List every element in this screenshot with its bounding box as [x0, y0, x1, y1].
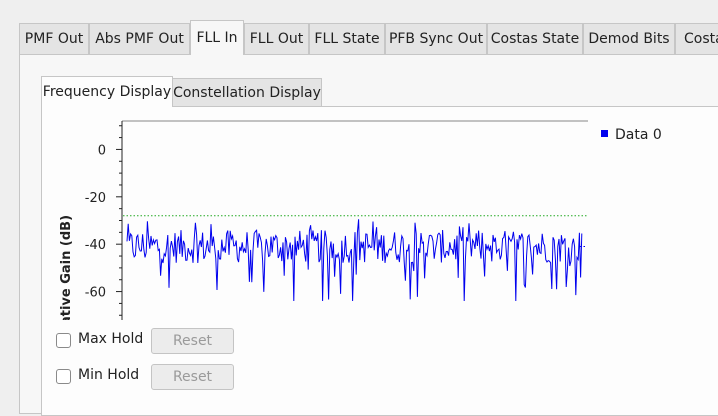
tab-fll-state[interactable]: FLL State — [309, 23, 385, 54]
tab-label: PMF Out — [24, 31, 84, 47]
min-hold-checkbox[interactable] — [56, 369, 71, 384]
top-tab-bar: PMF Out Abs PMF Out FLL In FLL Out FLL S… — [19, 20, 718, 55]
min-hold-label: Min Hold — [78, 367, 140, 383]
tab-label: Costas State — [490, 31, 580, 47]
tab-abs-pmf-out[interactable]: Abs PMF Out — [89, 23, 190, 54]
tab-frequency-display[interactable]: Frequency Display — [41, 76, 173, 107]
tab-label: Frequency Display — [42, 84, 172, 100]
tab-costas-truncated[interactable]: Costa — [675, 23, 718, 54]
tab-label: Costa — [684, 31, 718, 47]
tab-label: Abs PMF Out — [95, 31, 184, 47]
tab-label: Constellation Display — [173, 85, 321, 101]
tab-label: FLL In — [196, 30, 238, 46]
tab-label: Demod Bits — [588, 31, 670, 47]
tab-label: FLL State — [314, 31, 380, 47]
max-hold-label: Max Hold — [78, 331, 144, 347]
tab-label: FLL Out — [249, 31, 304, 47]
tab-demod-bits[interactable]: Demod Bits — [583, 23, 675, 54]
reset-label: Reset — [172, 333, 213, 349]
tab-label: PFB Sync Out — [388, 31, 484, 47]
min-hold-reset-button[interactable]: Reset — [151, 364, 234, 390]
max-hold-checkbox[interactable] — [56, 333, 71, 348]
tab-fll-in[interactable]: FLL In — [190, 20, 244, 55]
tab-pfb-sync-out[interactable]: PFB Sync Out — [385, 23, 487, 54]
reset-label: Reset — [172, 369, 213, 385]
tab-pmf-out[interactable]: PMF Out — [19, 23, 89, 54]
tab-constellation-display[interactable]: Constellation Display — [172, 78, 322, 107]
frequency-display-pane — [41, 106, 718, 416]
tab-fll-out[interactable]: FLL Out — [244, 23, 309, 54]
max-hold-reset-button[interactable]: Reset — [151, 328, 234, 354]
tab-costas-state[interactable]: Costas State — [487, 23, 583, 54]
